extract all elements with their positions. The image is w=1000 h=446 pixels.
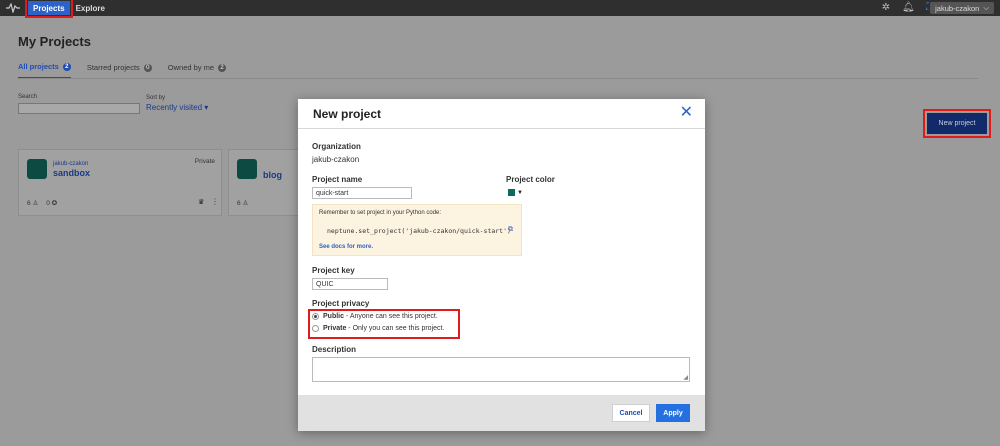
card-project-name[interactable]: blog xyxy=(263,170,282,180)
members-count: 6 ♙ xyxy=(27,200,39,207)
public-option-label: Public - Anyone can see this project. xyxy=(323,313,438,320)
top-navigation-bar: Projects Explore ✲ 🔔︎ ⛶ jakub-czakon ⌵ xyxy=(0,0,1000,18)
tab-starred-projects[interactable]: Starred projects 0 xyxy=(87,62,152,79)
sort-value: Recently visited xyxy=(146,103,203,112)
project-color-label: Project color xyxy=(506,175,555,184)
dialog-header: New project ✕ xyxy=(298,99,705,129)
tab-all-projects[interactable]: All projects 2 xyxy=(18,62,71,79)
card-project-name[interactable]: sandbox xyxy=(53,168,90,178)
stars-count: 0 ✪ xyxy=(46,200,58,207)
search-input[interactable] xyxy=(18,103,140,114)
hint-code: neptune.set_project('jakub-czakon/quick-… xyxy=(327,227,511,235)
count-badge: 2 xyxy=(218,63,227,72)
dialog-title: New project xyxy=(313,107,382,121)
project-avatar xyxy=(27,159,47,179)
project-name-label: Project name xyxy=(312,175,363,184)
project-avatar xyxy=(237,159,257,179)
tabs-divider xyxy=(18,78,978,79)
close-icon[interactable]: ✕ xyxy=(680,105,693,121)
tab-label: Owned by me xyxy=(167,63,215,72)
bell-icon[interactable]: 🔔︎ xyxy=(902,2,915,14)
dialog-footer: Cancel Apply xyxy=(298,395,705,431)
apply-button[interactable]: Apply xyxy=(656,404,690,422)
project-name-field[interactable]: quick-start xyxy=(312,187,412,199)
nav-projects-link[interactable]: Projects xyxy=(25,0,73,18)
card-privacy: Private xyxy=(194,158,215,165)
project-privacy-label: Project privacy xyxy=(312,299,370,308)
python-hint-box: Remember to set project in your Python c… xyxy=(312,204,522,256)
privacy-private-option[interactable]: Private - Only you can see this project. xyxy=(312,325,444,332)
user-menu[interactable]: jakub-czakon ⌵ xyxy=(930,2,994,14)
caret-down-icon: ▾ xyxy=(204,103,209,112)
project-color-swatch[interactable] xyxy=(508,189,515,196)
caret-down-icon[interactable]: ▼ xyxy=(517,190,523,196)
private-radio[interactable] xyxy=(312,325,319,332)
organization-value: jakub-czakon xyxy=(312,155,360,164)
cancel-button[interactable]: Cancel xyxy=(612,404,650,422)
page-title: My Projects xyxy=(18,34,91,49)
neptune-logo-icon[interactable] xyxy=(6,3,20,13)
copy-icon[interactable]: ⧉ xyxy=(508,226,513,234)
tab-label: Starred projects xyxy=(86,63,140,72)
hint-text: Remember to set project in your Python c… xyxy=(319,210,442,216)
nav-explore-link[interactable]: Explore xyxy=(76,4,105,13)
project-key-label: Project key xyxy=(312,266,355,275)
project-card[interactable]: jakub-czakon sandbox Private 6 ♙ 0 ✪ xyxy=(18,149,222,216)
project-key-field[interactable]: QUIC xyxy=(312,278,388,290)
docs-link[interactable]: See docs for more. xyxy=(319,244,373,250)
sort-select[interactable]: Recently visited ▾ xyxy=(146,103,208,112)
private-option-label: Private - Only you can see this project. xyxy=(323,325,445,332)
search-label: Search xyxy=(18,94,38,100)
resize-grip-icon[interactable]: ◢ xyxy=(683,375,688,381)
new-project-button[interactable]: New project xyxy=(923,109,991,138)
star-icon: ✪ xyxy=(51,200,58,207)
card-organization: jakub-czakon xyxy=(53,161,89,167)
settings-icon[interactable]: ✲ xyxy=(880,2,892,14)
public-radio[interactable] xyxy=(312,313,319,320)
chevron-down-icon: ⌵ xyxy=(983,3,989,12)
card-stats: 6 ♙ 0 ✪ xyxy=(27,199,57,207)
description-label: Description xyxy=(312,345,357,354)
topbar-icons: ✲ 🔔︎ ⛶ xyxy=(880,2,936,14)
privacy-public-option[interactable]: Public - Anyone can see this project. xyxy=(312,313,438,320)
tab-label: All projects xyxy=(18,62,59,71)
new-project-dialog: New project ✕ Organization jakub-czakon … xyxy=(298,99,705,431)
user-name: jakub-czakon xyxy=(935,3,980,13)
user-icon: ♙ xyxy=(32,200,39,207)
project-tabs: All projects 2 Starred projects 0 Owned … xyxy=(18,62,227,79)
tab-owned-by-me[interactable]: Owned by me 2 xyxy=(167,62,227,79)
count-badge: 0 xyxy=(143,63,152,72)
description-textarea[interactable]: ◢ xyxy=(312,357,690,382)
sort-label: Sort by xyxy=(146,95,166,101)
count-badge: 2 xyxy=(62,62,71,71)
organization-label: Organization xyxy=(312,142,361,151)
